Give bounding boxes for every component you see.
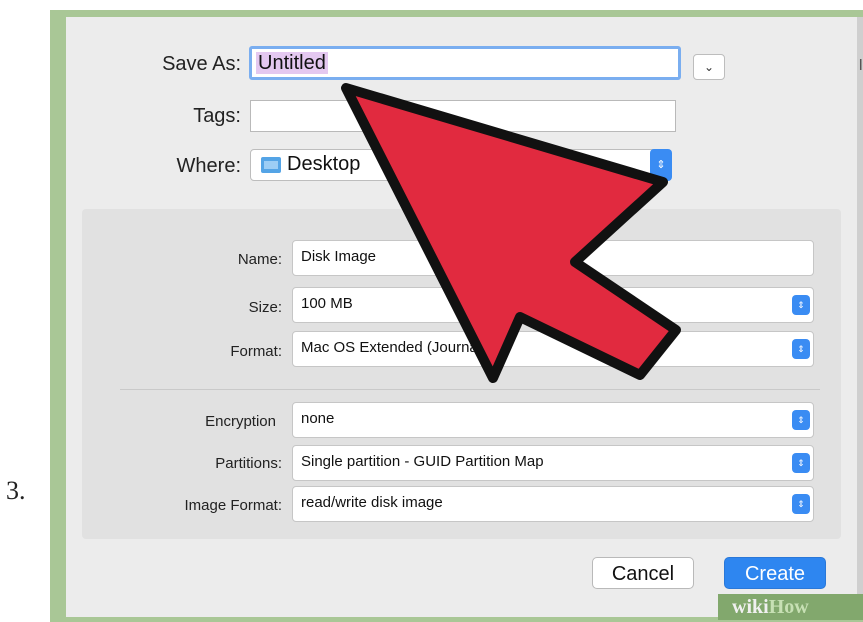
pointer-arrow-icon xyxy=(341,83,681,383)
watermark-wiki: wiki xyxy=(732,596,769,618)
arrow-shape xyxy=(341,83,681,383)
wikihow-watermark: wikiHow xyxy=(718,594,863,620)
watermark-how: How xyxy=(768,596,809,618)
